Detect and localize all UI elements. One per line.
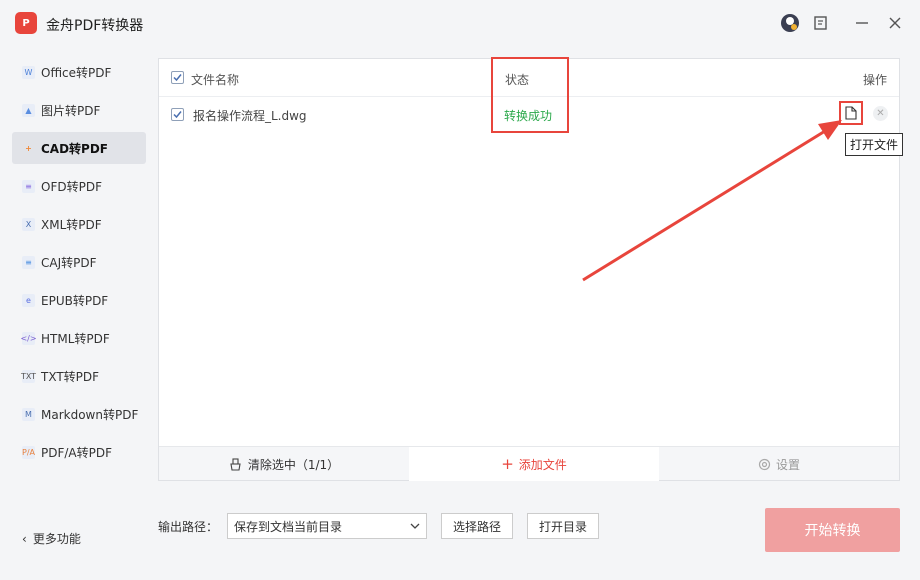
- column-header-operation: 操作: [862, 73, 887, 87]
- column-header-name: 文件名称: [191, 73, 240, 87]
- settings-label: 设置: [775, 457, 800, 472]
- app-logo-icon: P: [15, 12, 37, 34]
- sidebar-item-label: HTML转PDF: [41, 331, 110, 346]
- sidebar-item-9[interactable]: M Markdown转PDF: [12, 398, 146, 430]
- open-directory-button[interactable]: 打开目录: [527, 513, 599, 539]
- format-icon: W: [22, 65, 35, 79]
- sidebar-item-label: PDF/A转PDF: [41, 445, 113, 460]
- choose-path-button[interactable]: 选择路径: [441, 513, 513, 539]
- sidebar-item-4[interactable]: X XML转PDF: [12, 208, 146, 240]
- sidebar-item-label: CAD转PDF: [41, 141, 109, 156]
- sidebar-item-label: OFD转PDF: [41, 179, 102, 194]
- file-name: 报名操作流程_L.dwg: [193, 109, 307, 123]
- status-highlight-box: [491, 57, 569, 133]
- format-icon: TXT: [20, 369, 37, 383]
- format-icon: +: [25, 143, 32, 153]
- file-icon: [845, 106, 857, 120]
- user-avatar-icon[interactable]: [780, 13, 800, 33]
- sidebar-item-label: Office转PDF: [41, 65, 112, 80]
- format-icon: M: [22, 407, 35, 421]
- sidebar-item-label: TXT转PDF: [41, 369, 100, 384]
- remove-file-button[interactable]: ✕: [873, 106, 888, 121]
- start-convert-button[interactable]: 开始转换: [765, 508, 900, 552]
- broom-icon: [230, 457, 241, 471]
- sidebar-item-6[interactable]: e EPUB转PDF: [12, 284, 146, 316]
- plus-icon: +: [501, 455, 514, 473]
- settings-button[interactable]: 设置: [659, 447, 899, 481]
- format-icon: ≡: [22, 255, 35, 269]
- sidebar-item-0[interactable]: W Office转PDF: [12, 56, 146, 88]
- panel-footer: 清除选中（1/1） + 添加文件 设置: [159, 446, 899, 481]
- output-path-label: 输出路径：: [158, 520, 219, 534]
- more-features-button[interactable]: ‹ 更多功能: [22, 530, 81, 547]
- sidebar-item-2[interactable]: + CAD转PDF: [12, 132, 146, 164]
- add-file-label: 添加文件: [518, 457, 567, 472]
- title-bar: P 金舟PDF转换器: [0, 0, 920, 46]
- clear-selected-label: 清除选中（1/1）: [247, 457, 340, 472]
- sidebar-item-1[interactable]: ▲ 图片转PDF: [12, 94, 146, 126]
- format-icon: e: [22, 293, 35, 307]
- sidebar-item-label: Markdown转PDF: [41, 407, 139, 422]
- select-all-checkbox[interactable]: [171, 71, 184, 84]
- format-icon: ≡: [22, 179, 35, 193]
- format-icon: </>: [20, 331, 37, 345]
- app-title: 金舟PDF转换器: [46, 18, 144, 34]
- chevron-down-icon: [410, 523, 420, 529]
- gear-icon: [758, 458, 771, 470]
- add-file-button[interactable]: + 添加文件: [409, 447, 659, 481]
- format-icon: P/A: [22, 445, 35, 459]
- sidebar-item-8[interactable]: TXT TXT转PDF: [12, 360, 146, 392]
- sidebar-item-label: CAJ转PDF: [41, 255, 97, 270]
- file-list-panel: 文件名称 状态 操作 报名操作流程_L.dwg 转换成功 ✕ 打开文件 清除选中…: [158, 57, 904, 481]
- chevron-left-icon: ‹: [22, 531, 27, 546]
- sidebar-item-7[interactable]: </> HTML转PDF: [12, 322, 146, 354]
- output-path-value: 保存到文档当前目录: [234, 519, 343, 534]
- sidebar-item-label: XML转PDF: [41, 217, 102, 232]
- output-path-select[interactable]: 保存到文档当前目录: [227, 513, 427, 539]
- open-file-button[interactable]: [839, 101, 863, 125]
- open-file-tooltip: 打开文件: [845, 133, 904, 156]
- row-checkbox[interactable]: [171, 108, 184, 121]
- sidebar-item-5[interactable]: ≡ CAJ转PDF: [12, 246, 146, 278]
- sidebar-item-10[interactable]: P/A PDF/A转PDF: [12, 436, 146, 468]
- sidebar-item-3[interactable]: ≡ OFD转PDF: [12, 170, 146, 202]
- sidebar-item-label: EPUB转PDF: [41, 293, 109, 308]
- minimize-icon[interactable]: [852, 13, 872, 33]
- format-icon: ▲: [22, 103, 35, 117]
- close-icon[interactable]: [885, 13, 905, 33]
- more-features-label: 更多功能: [32, 532, 81, 546]
- sidebar-item-label: 图片转PDF: [41, 103, 101, 118]
- clear-selected-button[interactable]: 清除选中（1/1）: [159, 447, 409, 481]
- sidebar: W Office转PDF ▲ 图片转PDF + CAD转PDF ≡ OFD转PDF X XML转P…: [12, 56, 146, 474]
- format-icon: X: [22, 217, 35, 231]
- feedback-icon[interactable]: [811, 13, 831, 33]
